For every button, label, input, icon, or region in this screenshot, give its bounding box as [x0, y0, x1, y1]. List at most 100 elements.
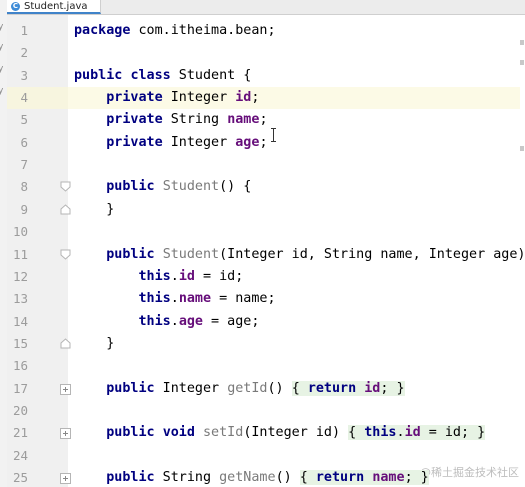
code-token: Student — [162, 179, 220, 195]
code-line[interactable]: private String name; — [74, 109, 268, 131]
code-token: () { — [219, 179, 252, 195]
code-token: { — [348, 425, 365, 441]
code-token: Integer — [162, 90, 236, 106]
code-token: getName — [219, 470, 276, 485]
line-number: 24 — [12, 447, 28, 463]
watermark: @稀土掘金技术社区 — [420, 466, 519, 479]
code-token: name — [178, 291, 212, 307]
line-number: 10 — [12, 224, 28, 240]
fold-expand-icon[interactable] — [60, 473, 71, 484]
text-cursor-icon — [271, 127, 276, 142]
code-line[interactable]: private Integer id; — [74, 87, 259, 109]
code-token: () — [267, 380, 292, 396]
fold-expand-icon[interactable] — [60, 383, 71, 395]
code-token: Student { — [170, 67, 252, 83]
fold-end-icon[interactable] — [60, 204, 71, 215]
fold-start-icon[interactable] — [60, 181, 71, 193]
code-token: = id; — [194, 268, 244, 284]
code-token: String — [154, 470, 220, 485]
code-line[interactable]: } — [74, 199, 114, 221]
line-number: 16 — [12, 358, 28, 374]
code-token: ; — [259, 134, 268, 150]
tab-student-java[interactable]: C Student.java — [7, 0, 101, 14]
code-token: ; — [259, 112, 268, 128]
code-line[interactable]: public Student(Integer id, String name, … — [74, 244, 525, 266]
code-token: Integer — [162, 134, 236, 150]
code-token: age — [235, 134, 260, 150]
code-line[interactable]: public String getName() { return name; } — [74, 467, 429, 487]
line-number: 11 — [12, 246, 28, 262]
code-token: private — [106, 112, 163, 128]
code-token: name — [372, 470, 405, 485]
code-token: } — [74, 201, 115, 217]
code-token: } — [74, 335, 115, 351]
code-line[interactable]: this.age = age; — [74, 311, 260, 333]
code-token: package — [74, 23, 131, 38]
code-token: id — [404, 425, 421, 441]
fold-end-icon[interactable] — [60, 338, 71, 349]
editor-tab-bar: C Student.java — [7, 0, 525, 15]
code-line[interactable]: } — [74, 333, 114, 355]
code-token: public — [106, 425, 155, 441]
code-line[interactable]: public void setId(Integer id) { this.id … — [74, 422, 486, 444]
line-number: 21 — [12, 425, 28, 441]
code-token: private — [106, 134, 163, 150]
code-token: . — [170, 291, 179, 307]
fold-expand-icon[interactable] — [60, 428, 71, 440]
code-token: String — [162, 112, 228, 128]
code-token: this — [138, 268, 171, 284]
line-number: 3 — [20, 67, 28, 83]
line-number: 17 — [12, 380, 28, 396]
code-line[interactable]: public Integer getId() { return id; } — [74, 378, 405, 400]
code-token: setId — [203, 425, 244, 441]
code-token: { — [299, 470, 316, 485]
code-token: Student — [162, 246, 220, 262]
code-token: . — [170, 268, 179, 284]
code-token: Integer — [154, 380, 228, 396]
code-token: return — [307, 380, 357, 396]
line-number: 8 — [20, 179, 28, 195]
line-number: 5 — [20, 112, 28, 128]
tab-label: Student.java — [24, 0, 88, 12]
code-line[interactable]: this.id = id; — [74, 266, 244, 288]
code-line[interactable]: this.name = name; — [74, 288, 276, 310]
code-token: = name; — [211, 291, 276, 307]
project-tree-fragment: y — [0, 64, 3, 74]
code-token: age — [178, 313, 203, 329]
line-number: 12 — [12, 268, 28, 284]
code-token: ; } — [380, 380, 405, 396]
code-line[interactable]: package com.itheima.bean; — [74, 20, 276, 42]
code-token: (Integer id) — [243, 425, 349, 441]
line-number: 6 — [20, 134, 28, 150]
code-line[interactable]: private Integer age; — [74, 132, 268, 154]
fold-start-icon[interactable] — [60, 249, 71, 260]
code-token: class — [130, 67, 171, 83]
code-token: id — [178, 268, 195, 284]
code-token: public — [106, 470, 155, 485]
code-line[interactable]: public class Student { — [74, 65, 251, 87]
line-number: 25 — [12, 470, 28, 485]
code-token: public — [106, 380, 155, 396]
code-token: private — [106, 90, 163, 106]
code-token: = id; } — [420, 425, 486, 441]
ide-window: yyyy C Student.java @稀土掘金技术社区 1package c… — [0, 0, 525, 487]
code-token: public — [74, 67, 123, 83]
code-token: . — [396, 425, 405, 441]
code-token: this — [138, 313, 171, 329]
line-number: 4 — [20, 90, 28, 106]
project-tree-fragment: y — [0, 22, 3, 32]
code-line[interactable]: public Student() { — [74, 176, 251, 198]
code-token: getId — [227, 380, 268, 396]
line-number: 2 — [20, 45, 28, 61]
